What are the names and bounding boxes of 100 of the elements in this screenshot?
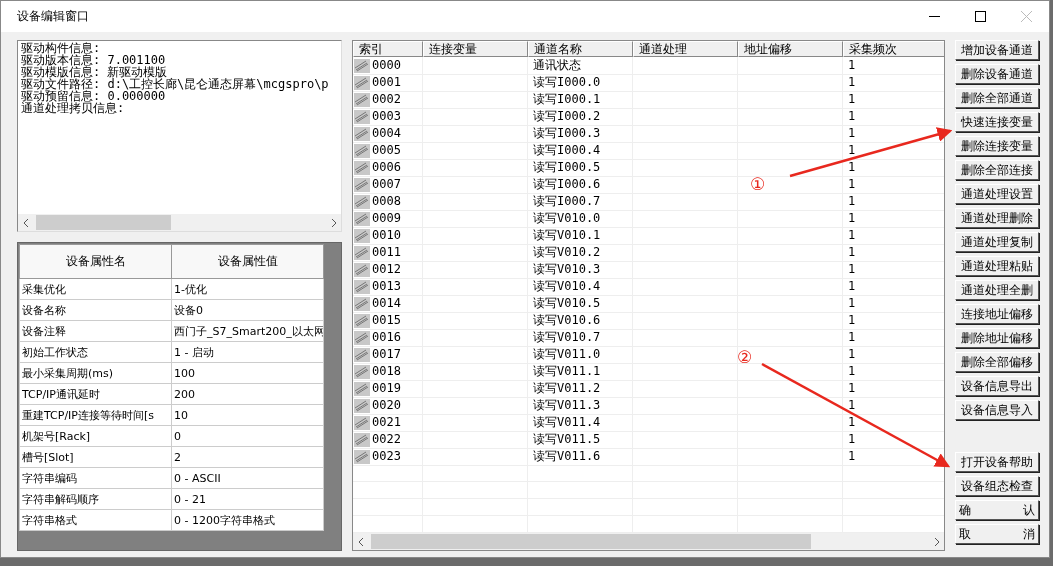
table-cell: 槽号[Slot] [19, 446, 172, 468]
chip-icon [354, 279, 370, 294]
table-cell: 读写I000.4 [533, 142, 601, 159]
table-cell: 读写I000.7 [533, 193, 601, 210]
table-cell: 0011 [372, 244, 401, 261]
info-line: 驱动构件信息: [21, 42, 101, 54]
action-button[interactable]: 设备信息导出 [955, 376, 1039, 396]
chip-icon [354, 211, 370, 226]
action-button[interactable]: 设备信息导入 [955, 400, 1039, 420]
table-cell: 0010 [372, 227, 401, 244]
table-cell: 读写V011.1 [533, 363, 601, 380]
info-text-box[interactable]: 驱动构件信息: 驱动版本信息: 7.001100 驱动模版信息: 新驱动模版 驱动文件路径: d:\工控长廊\昆仑通态屏幕\mcgspro\p 驱动预留信息: 0.000000 通道处理拷贝信息: [17, 40, 342, 232]
action-button[interactable]: 删除全部偏移 [955, 352, 1039, 372]
chip-icon [354, 313, 370, 328]
table-cell: 1 [848, 380, 856, 397]
chip-icon [354, 109, 370, 124]
table-cell: 0018 [372, 363, 401, 380]
info-line: 驱动版本信息: 7.001100 [21, 54, 166, 66]
table-cell: 0012 [372, 261, 401, 278]
table-cell: 字符串编码 [19, 467, 172, 489]
table-cell: 0014 [372, 295, 401, 312]
column-header[interactable]: 地址偏移 [738, 41, 843, 57]
table-cell: 读写V011.3 [533, 397, 601, 414]
action-button[interactable]: 删除地址偏移 [955, 328, 1039, 348]
column-header[interactable]: 通道处理 [633, 41, 738, 57]
table-cell: 0003 [372, 108, 401, 125]
table-cell: 读写V011.2 [533, 380, 601, 397]
table-cell: 读写V010.4 [533, 278, 601, 295]
table-cell: 0002 [372, 91, 401, 108]
action-button[interactable]: 删除连接变量 [955, 136, 1039, 156]
table-cell: 1 [848, 227, 856, 244]
table-cell: 0020 [372, 397, 401, 414]
horizontal-scrollbar[interactable] [353, 533, 944, 550]
annotation-number: ① [750, 174, 766, 194]
table-cell: 读写V011.0 [533, 346, 601, 363]
table-cell: 初始工作状态 [19, 341, 172, 363]
chip-icon [354, 160, 370, 175]
column-header[interactable]: 采集频次 [843, 41, 944, 57]
action-button[interactable]: 通道处理复制 [955, 232, 1039, 252]
table-cell: 机架号[Rack] [19, 425, 172, 447]
table-cell: 1 [848, 125, 856, 142]
action-button[interactable]: 快速连接变量 [955, 112, 1039, 132]
chip-icon [354, 398, 370, 413]
table-cell: 0013 [372, 278, 401, 295]
table-cell: 读写V010.0 [533, 210, 601, 227]
action-button[interactable]: 设备组态检查 [955, 476, 1039, 496]
chip-icon [354, 330, 370, 345]
table-cell: 读写I000.3 [533, 125, 601, 142]
table-cell: 1 [848, 91, 856, 108]
scroll-right-icon[interactable] [933, 537, 939, 546]
table-cell: 通讯状态 [533, 57, 581, 74]
table-cell: 读写V010.1 [533, 227, 601, 244]
table-cell: 0 - 1200字符串格式 [171, 509, 324, 531]
maximize-icon[interactable] [974, 11, 986, 22]
table-cell: 1 [848, 278, 856, 295]
table-cell: 1 [848, 57, 856, 74]
column-header[interactable]: 通道名称 [528, 41, 633, 57]
chip-icon [354, 126, 370, 141]
action-button[interactable]: 删除全部连接 [955, 160, 1039, 180]
table-cell: 0017 [372, 346, 401, 363]
table-cell: 读写V010.6 [533, 312, 601, 329]
scroll-left-icon[interactable] [358, 537, 364, 546]
action-button[interactable]: 打开设备帮助 [955, 452, 1039, 472]
action-button[interactable]: 确 认 [955, 500, 1039, 520]
action-button[interactable]: 增加设备通道 [955, 40, 1039, 60]
column-header[interactable]: 连接变量 [423, 41, 528, 57]
action-button[interactable]: 删除设备通道 [955, 64, 1039, 84]
table-cell: 读写V011.4 [533, 414, 601, 431]
table-cell: 1 [848, 295, 856, 312]
chip-icon [354, 75, 370, 90]
scroll-right-icon[interactable] [330, 218, 336, 227]
table-cell: 1 [848, 346, 856, 363]
table-cell: 0023 [372, 448, 401, 465]
table-cell: 读写V011.6 [533, 448, 601, 465]
action-button[interactable]: 通道处理删除 [955, 208, 1039, 228]
info-line: 驱动模版信息: 新驱动模版 [21, 66, 168, 78]
column-header[interactable]: 索引 [353, 41, 423, 57]
action-button[interactable]: 删除全部通道 [955, 88, 1039, 108]
table-cell: TCP/IP通讯延时 [19, 383, 172, 405]
table-cell: 字符串解码顺序 [19, 488, 172, 510]
horizontal-scrollbar[interactable] [18, 214, 341, 231]
column-header: 设备属性名 [19, 244, 172, 279]
table-cell: 1 [848, 363, 856, 380]
table-cell: 设备名称 [19, 299, 172, 321]
scroll-left-icon[interactable] [23, 218, 29, 227]
action-button[interactable]: 取 消 [955, 524, 1039, 544]
action-button[interactable]: 通道处理粘贴 [955, 256, 1039, 276]
minimize-icon[interactable] [928, 16, 940, 17]
table-cell: 最小采集周期(ms) [19, 362, 172, 384]
action-button[interactable]: 通道处理设置 [955, 184, 1039, 204]
action-button[interactable]: 通道处理全删 [955, 280, 1039, 300]
table-cell: 1 [848, 74, 856, 91]
table-cell: 0004 [372, 125, 401, 142]
table-cell: 0000 [372, 57, 401, 74]
action-button[interactable]: 连接地址偏移 [955, 304, 1039, 324]
table-cell: 1 [848, 142, 856, 159]
table-cell: 0 - 21 [171, 488, 324, 510]
table-cell: 设备注释 [19, 320, 172, 342]
table-cell: 读写I000.6 [533, 176, 601, 193]
table-cell: 0005 [372, 142, 401, 159]
